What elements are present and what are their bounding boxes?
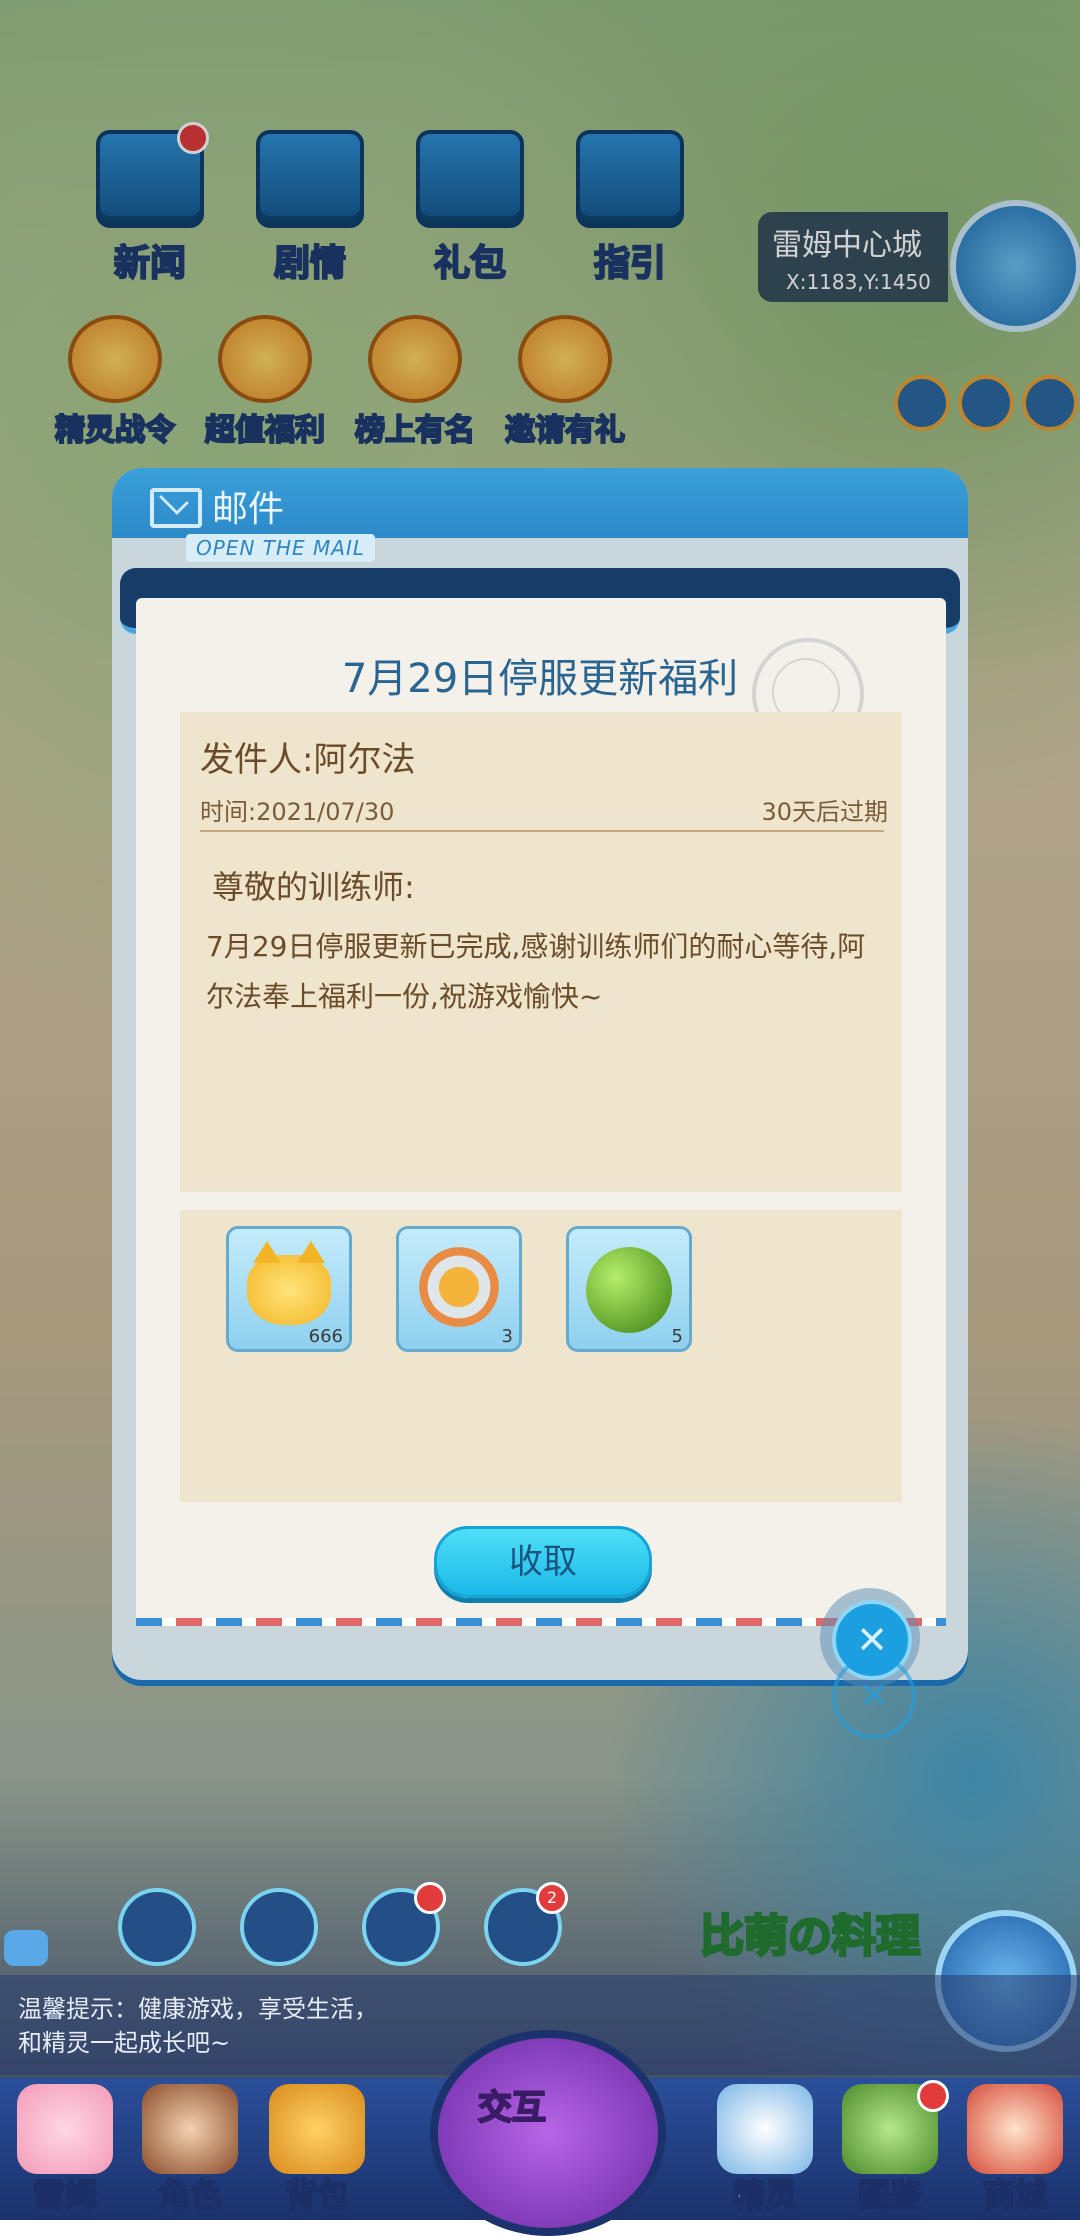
health-tip: 温馨提示：健康游戏，享受生活， 和精灵一起成长吧~ (18, 1992, 378, 2060)
close-icon-ghost: ✕ (832, 1655, 916, 1739)
nav-label: 图鉴 (857, 2175, 923, 2215)
pet-icon[interactable] (362, 1882, 446, 1966)
reward-item-cat-token[interactable]: 666 (226, 1226, 352, 1352)
mail-time: 时间:2021/07/30 (200, 798, 395, 826)
bell-badge: 2 (536, 1882, 568, 1914)
mail-dialog-header: 邮件 (112, 468, 968, 538)
nav-label: 精灵 (732, 2175, 798, 2215)
mail-subject: 7月29日停服更新福利 (341, 656, 739, 702)
nav-item-shop[interactable]: 商城 (950, 2078, 1080, 2220)
reward-count: 5 (671, 1326, 683, 1347)
codex-notification-dot (917, 2080, 949, 2112)
fly-icon[interactable] (118, 1888, 196, 1966)
claim-button[interactable]: 收取 (434, 1526, 652, 1598)
tip-line-1: 温馨提示：健康游戏，享受生活， (18, 1995, 378, 2023)
tip-line-2: 和精灵一起成长吧~ (18, 2029, 231, 2057)
cat-face-icon (247, 1241, 331, 1325)
nav-item-leim[interactable]: 雷姆 (0, 2078, 130, 2220)
interact-label: 交互 (477, 2087, 547, 2129)
spirit-icon (717, 2084, 813, 2174)
backpack-icon (269, 2084, 365, 2174)
reward-item-green-fruit[interactable]: 5 (566, 1226, 692, 1352)
leim-icon (17, 2084, 113, 2174)
cooking-banner[interactable]: 比萌の料理 (699, 1900, 922, 1964)
mail-body: 7月29日停服更新已完成,感谢训练师们的耐心等待,阿尔法奉上福利一份,祝游戏愉快… (206, 930, 866, 1013)
reward-count: 666 (308, 1326, 343, 1347)
chat-icon[interactable] (4, 1930, 48, 1966)
mail-greeting: 尊敬的训练师: (212, 868, 415, 906)
character-icon (142, 2084, 238, 2174)
mail-content-panel[interactable]: 发件人:阿尔法 时间:2021/07/30 30天后过期 尊敬的训练师: 7月2… (180, 712, 902, 1192)
nav-label: 雷姆 (32, 2175, 98, 2215)
mail-rewards-panel: 666 3 5 (180, 1210, 902, 1502)
energy-medal-icon (419, 1247, 499, 1327)
open-the-mail-tag: OPEN THE MAIL (186, 534, 375, 562)
team-icon[interactable] (240, 1888, 318, 1966)
green-fruit-icon (586, 1247, 672, 1333)
mail-expiry: 30天后过期 (761, 798, 888, 826)
nav-label: 背包 (284, 2175, 350, 2215)
nav-item-spirit[interactable]: 精灵 (700, 2078, 830, 2220)
envelope-icon (150, 488, 202, 528)
mail-dialog-title: 邮件 (212, 489, 285, 530)
mail-dialog: 邮件 OPEN THE MAIL 7月29日停服更新福利 发件人:阿尔法 时间:… (112, 468, 968, 1680)
shop-icon (967, 2084, 1063, 2174)
reward-count: 3 (501, 1326, 513, 1347)
nav-label: 商城 (982, 2175, 1048, 2215)
nav-item-backpack[interactable]: 背包 (252, 2078, 382, 2220)
mail-sender: 发件人:阿尔法 (200, 740, 416, 780)
nav-item-character[interactable]: 角色 (125, 2078, 255, 2220)
interact-button[interactable]: 交互 (430, 2030, 666, 2236)
divider (200, 830, 884, 832)
reward-item-energy-medal[interactable]: 3 (396, 1226, 522, 1352)
nav-item-codex[interactable]: 图鉴 (825, 2078, 955, 2220)
nav-label: 角色 (157, 2175, 223, 2215)
bell-icon[interactable]: 2 (484, 1882, 568, 1966)
quick-action-icons: 2 (118, 1882, 568, 1966)
pet-notification-dot (414, 1882, 446, 1914)
